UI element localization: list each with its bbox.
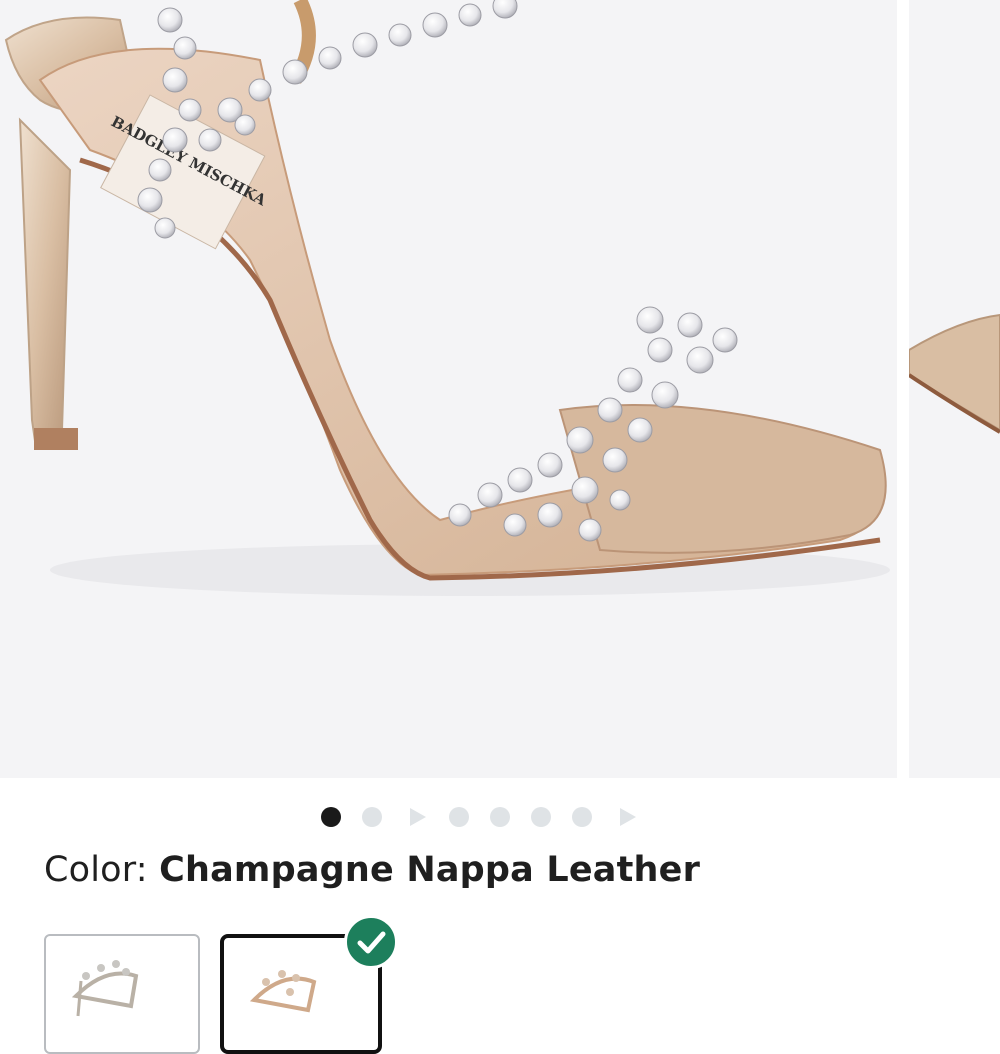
play-icon[interactable] [620,808,636,826]
color-selection-label: Color: Champagne Nappa Leather [44,850,700,890]
slide-indicators [0,805,1000,829]
slide-dot-2[interactable] [362,807,382,827]
color-swatch-1[interactable] [44,934,200,1054]
product-image-gallery[interactable]: BADGLEY MISCHKA [0,0,1000,778]
product-image-next[interactable] [909,0,1000,778]
next-sandal-illustration [909,313,1000,434]
play-icon[interactable] [410,808,426,826]
color-label: Color: [44,850,148,890]
sandal-illustration: BADGLEY MISCHKA [4,0,890,596]
slide-dot-5[interactable] [490,807,510,827]
slide-dot-6[interactable] [531,807,551,827]
product-image-main[interactable]: BADGLEY MISCHKA [0,0,897,778]
color-value: Champagne Nappa Leather [159,850,701,890]
slide-dot-1[interactable] [321,807,341,827]
slide-dot-7[interactable] [572,807,592,827]
check-icon [344,915,398,969]
slide-dot-4[interactable] [449,807,469,827]
swatch-thumbnail-1 [71,960,139,1017]
